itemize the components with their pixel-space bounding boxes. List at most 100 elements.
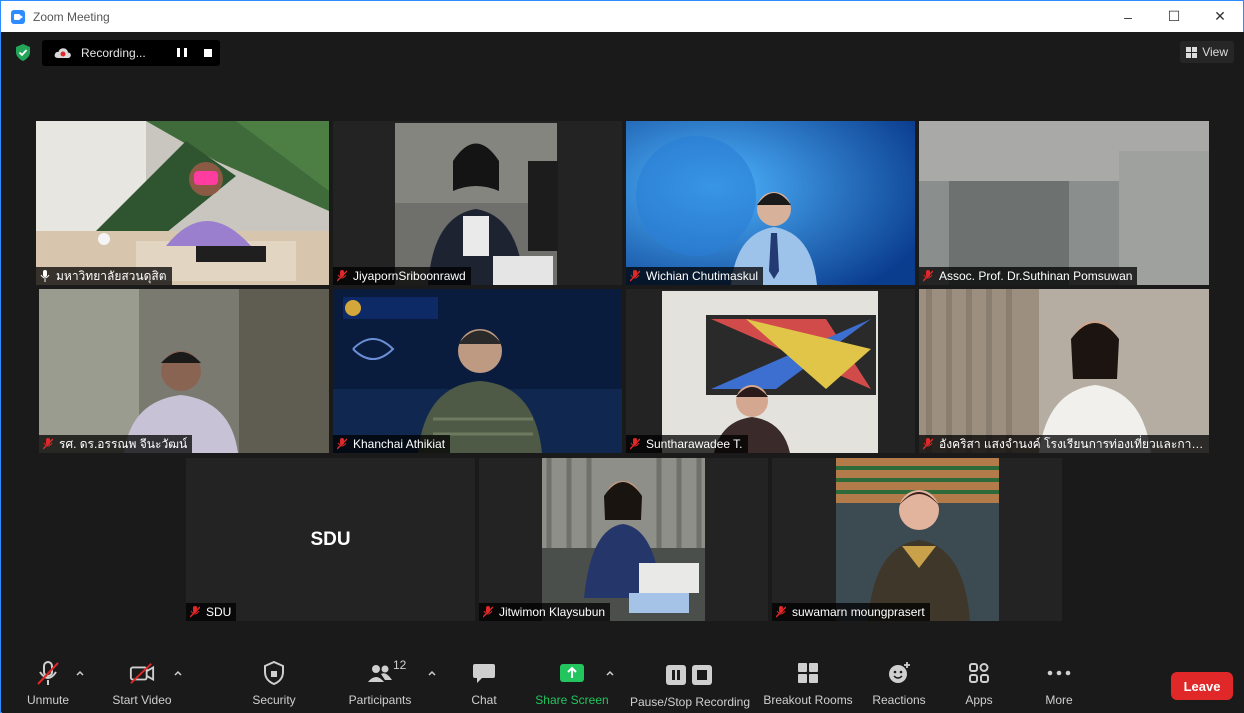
participant-name: suwamarn moungprasert [792,605,925,619]
video-options-chevron-icon[interactable] [173,668,183,678]
share-screen-label: Share Screen [535,693,609,707]
participant-name: อังคริสา แสงจำนงค์ โรงเรียนการท่องเที่ยว… [939,436,1204,451]
video-tile[interactable]: Suntharawadee T. [626,289,915,453]
video-feed [626,121,915,285]
window-controls: – ☐ ✕ [1105,1,1243,32]
view-label: View [1202,45,1228,59]
breakout-rooms-button[interactable]: Breakout Rooms [762,652,854,713]
video-tile[interactable]: JiyapornSriboonrawd [333,121,622,285]
video-off-icon [129,660,155,686]
view-button[interactable]: View [1180,41,1234,63]
leave-button[interactable]: Leave [1171,672,1233,700]
security-label: Security [252,693,296,707]
smiley-plus-icon [886,660,912,686]
participant-namebar: Suntharawadee T. [626,435,748,453]
zoom-window: Zoom Meeting – ☐ ✕ Recording... View มหา… [0,0,1244,713]
pause-stop-recording-button[interactable]: Pause/Stop Recording [628,652,752,713]
video-feed [479,458,768,621]
participant-namebar: SDU [186,603,237,621]
meeting-stage: Recording... View มหาวิทยาลัยสวนดุสิต Ji… [2,32,1244,652]
recording-status: Recording... [81,46,146,60]
video-feed [333,121,622,285]
participant-name: Wichian Chutimaskul [646,269,759,283]
reactions-button[interactable]: Reactions [868,652,930,713]
microphone-muted-icon [190,606,200,618]
participant-namebar: มหาวิทยาลัยสวนดุสิต [36,267,172,285]
window-title: Zoom Meeting [33,9,110,24]
microphone-muted-icon [35,660,61,686]
more-label: More [1045,693,1073,707]
participants-button[interactable]: 12 Participants [345,652,415,713]
participant-namebar: รศ. ดร.อรรณพ จีนะวัฒน์ [39,435,193,453]
microphone-muted-icon [630,438,640,450]
video-tile[interactable]: Assoc. Prof. Dr.Suthinan Pomsuwan [919,121,1209,285]
participants-count: 12 [393,658,407,672]
chat-bubble-icon [471,660,497,686]
video-tile[interactable]: Khanchai Athikiat [333,289,622,453]
apps-icon [966,660,992,686]
video-tile[interactable]: มหาวิทยาลัยสวนดุสิต [36,121,329,285]
video-tile[interactable]: รศ. ดร.อรรณพ จีนะวัฒน์ [39,289,329,453]
unmute-label: Unmute [26,693,70,707]
participant-name: มหาวิทยาลัยสวนดุสิต [56,268,167,283]
participant-name: รศ. ดร.อรรณพ จีนะวัฒน์ [59,436,188,451]
apps-button[interactable]: Apps [956,652,1002,713]
title-bar: Zoom Meeting – ☐ ✕ [1,1,1243,32]
stop-recording-button[interactable] [204,49,212,57]
reactions-label: Reactions [872,693,926,707]
microphone-muted-icon [337,438,347,450]
share-screen-arrow-icon [559,660,585,686]
more-button[interactable]: More [1036,652,1082,713]
microphone-on-icon [40,270,50,282]
participants-icon: 12 [367,658,406,686]
audio-options-chevron-icon[interactable] [75,668,85,678]
participant-name-placeholder: SDU [310,528,351,550]
maximize-button[interactable]: ☐ [1151,1,1197,32]
video-tile[interactable]: Jitwimon Klaysubun [479,458,768,621]
security-shield-icon [261,660,287,686]
participant-name: Khanchai Athikiat [353,437,446,451]
breakout-rooms-label: Breakout Rooms [763,693,853,707]
minimize-button[interactable]: – [1105,1,1151,32]
video-feed [626,289,915,453]
breakout-rooms-grid-icon [795,660,821,686]
video-tile[interactable]: Wichian Chutimaskul [626,121,915,285]
participant-name: Jitwimon Klaysubun [499,605,606,619]
pause-stop-icon [665,662,715,688]
security-button[interactable]: Security [242,652,306,713]
cloud-recording-icon [54,48,71,58]
meeting-toolbar: Unmute Start Video Security 12 Participa… [2,652,1244,713]
start-video-button[interactable]: Start Video [107,652,177,713]
chat-label: Chat [471,693,497,707]
video-feed [919,289,1209,453]
microphone-muted-icon [483,606,493,618]
video-feed [36,121,329,285]
participant-namebar: Assoc. Prof. Dr.Suthinan Pomsuwan [919,267,1138,285]
video-feed [772,458,1062,621]
close-button[interactable]: ✕ [1197,1,1243,32]
participant-namebar: Khanchai Athikiat [333,435,451,453]
video-tile[interactable]: SDU SDU [186,458,475,621]
apps-label: Apps [965,693,993,707]
participant-namebar: Wichian Chutimaskul [626,267,764,285]
encryption-shield-icon[interactable] [15,44,31,61]
participant-name: JiyapornSriboonrawd [353,269,466,283]
unmute-button[interactable]: Unmute [16,652,80,713]
chat-button[interactable]: Chat [462,652,506,713]
participant-namebar: suwamarn moungprasert [772,603,930,621]
more-dots-icon [1046,660,1072,686]
video-tile[interactable]: suwamarn moungprasert [772,458,1062,621]
participant-namebar: Jitwimon Klaysubun [479,603,611,621]
participant-name: Assoc. Prof. Dr.Suthinan Pomsuwan [939,269,1133,283]
share-options-chevron-icon[interactable] [605,668,615,678]
microphone-muted-icon [923,270,933,282]
participants-options-chevron-icon[interactable] [427,668,437,678]
pause-recording-button[interactable] [177,48,187,58]
start-video-label: Start Video [112,693,172,707]
video-tile[interactable]: อังคริสา แสงจำนงค์ โรงเรียนการท่องเที่ยว… [919,289,1209,453]
grid-view-icon [1186,46,1198,58]
participants-label: Participants [348,693,412,707]
pause-stop-recording-label: Pause/Stop Recording [629,695,751,709]
video-feed [919,121,1209,285]
share-screen-button[interactable]: Share Screen [535,652,609,713]
